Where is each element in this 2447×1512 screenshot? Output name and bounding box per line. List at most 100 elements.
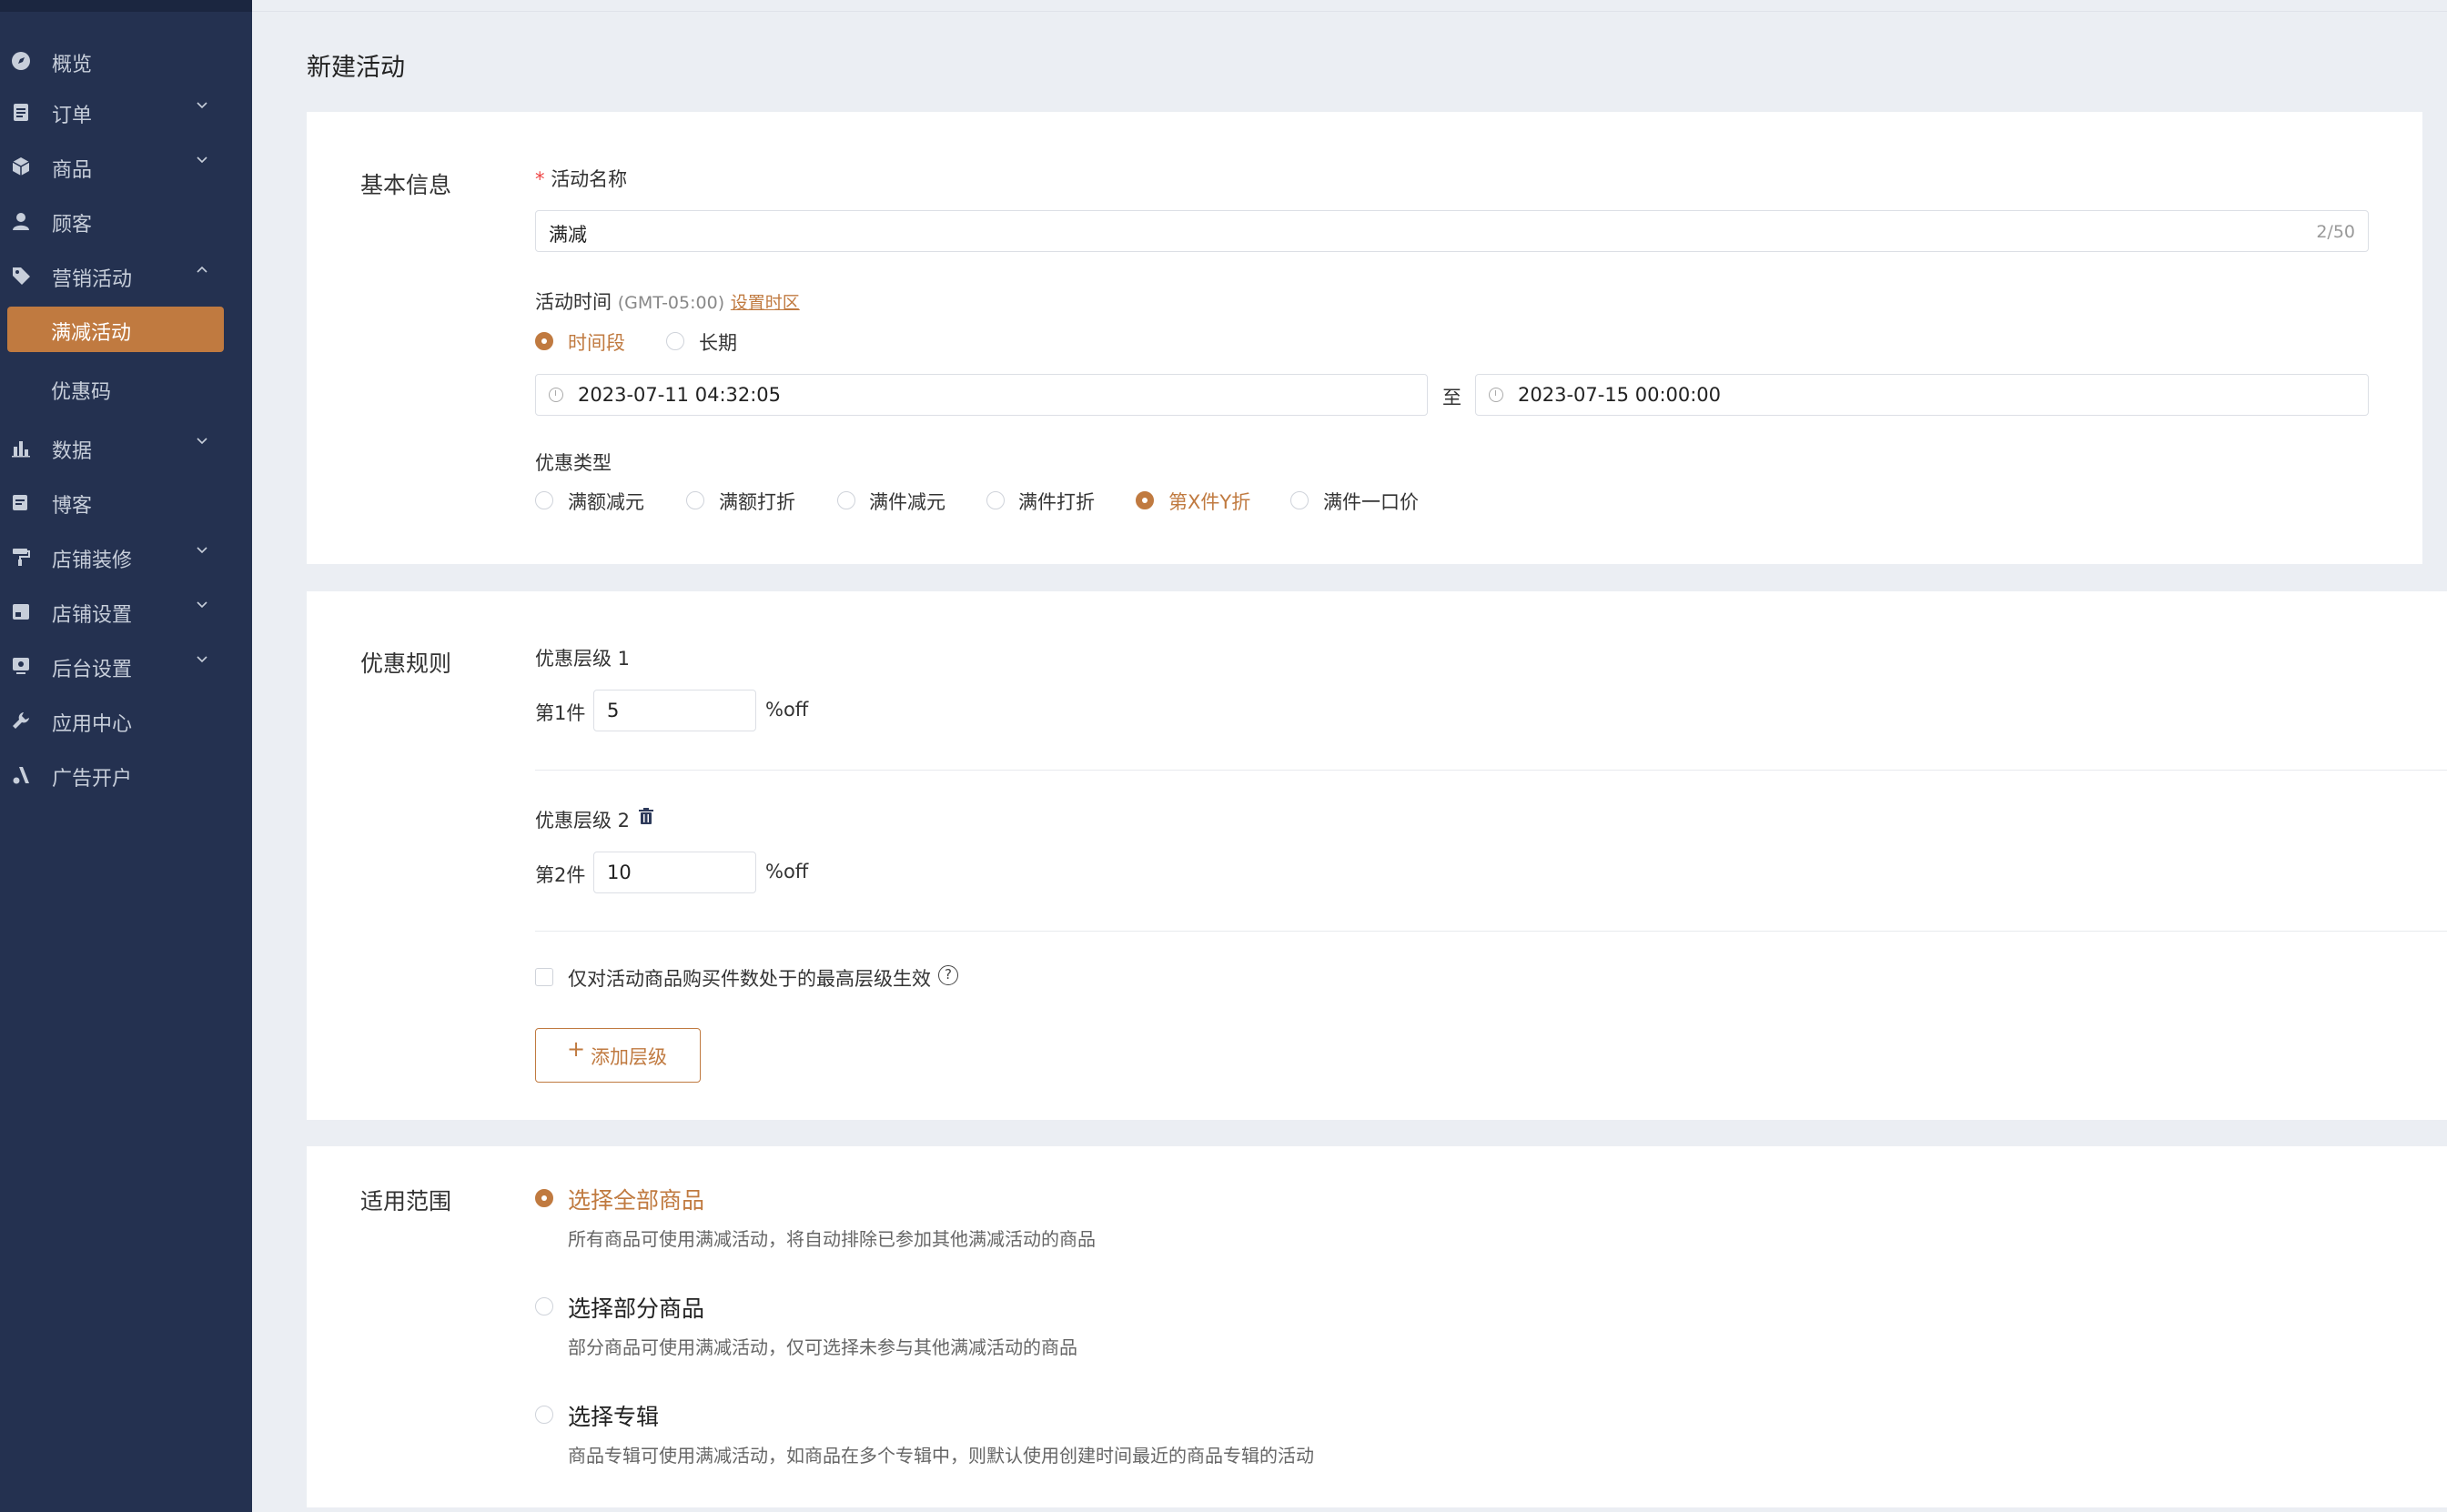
- sidebar-item-overview[interactable]: 概览: [0, 37, 252, 85]
- sidebar-item-marketing[interactable]: 营销活动: [0, 252, 252, 299]
- tier-2-value: 10: [607, 862, 632, 883]
- sidebar-subitem-full-reduction[interactable]: 满减活动: [7, 307, 224, 352]
- help-icon[interactable]: ?: [938, 965, 958, 985]
- add-tier-button[interactable]: + 添加层级: [535, 1028, 701, 1083]
- section-title-rules: 优惠规则: [360, 650, 452, 677]
- sidebar-item-blog[interactable]: 博客: [0, 479, 252, 526]
- discount-type-radio-amount-off[interactable]: [535, 491, 553, 509]
- time-mode-label-range[interactable]: 时间段: [568, 328, 625, 356]
- discount-type-label-amount-off[interactable]: 满额减元: [568, 488, 644, 515]
- discount-type-label-qty-percent[interactable]: 满件打折: [1018, 488, 1095, 515]
- sidebar-item-admin-settings[interactable]: 后台设置: [0, 642, 252, 690]
- section-title-scope: 适用范围: [360, 1188, 452, 1215]
- activity-time-label-text: 活动时间: [535, 291, 612, 313]
- discount-type-radio-qty-percent[interactable]: [986, 491, 1005, 509]
- tier-2-title: 优惠层级 2: [535, 810, 631, 832]
- scope-radio-collection[interactable]: [535, 1406, 553, 1424]
- highest-tier-only-label[interactable]: 仅对活动商品购买件数处于的最高层级生效: [568, 964, 931, 992]
- chevron-down-icon: [197, 656, 207, 663]
- store-icon: [13, 604, 29, 620]
- scope-radio-all-products[interactable]: [535, 1189, 553, 1207]
- timezone-text: (GMT-05:00): [617, 293, 725, 313]
- end-time-picker[interactable]: 2023-07-15 00:00:00: [1475, 374, 2369, 416]
- tier-1-unit: %off: [765, 699, 809, 721]
- sidebar-item-label: 店铺装修: [52, 549, 133, 572]
- discount-type-label-amount-percent[interactable]: 满额打折: [719, 488, 795, 515]
- start-time-picker[interactable]: 2023-07-11 04:32:05: [535, 374, 1428, 416]
- scope-title-all-products[interactable]: 选择全部商品: [568, 1183, 704, 1215]
- chevron-down-icon: [197, 156, 207, 164]
- sidebar-subitem-coupon[interactable]: 优惠码: [7, 366, 224, 411]
- scope-desc-some-products: 部分商品可使用满减活动，仅可选择未参与其他满减活动的商品: [568, 1336, 1077, 1358]
- edit-icon: [13, 495, 27, 510]
- tier-2-prefix: 第2件: [535, 864, 586, 886]
- sidebar-item-label: 概览: [52, 54, 93, 76]
- chevron-down-icon: [197, 102, 207, 109]
- activity-name-input[interactable]: 满减 2/50: [535, 210, 2369, 252]
- sidebar-item-app-center[interactable]: 应用中心: [0, 697, 252, 744]
- time-mode-label-long-term[interactable]: 长期: [699, 328, 737, 356]
- sidebar-item-orders[interactable]: 订单: [0, 88, 252, 136]
- sidebar-item-label: 后台设置: [52, 659, 133, 681]
- discount-type-radio-amount-percent[interactable]: [686, 491, 704, 509]
- sidebar-item-products[interactable]: 商品: [0, 143, 252, 190]
- bar-chart-icon: [12, 441, 30, 458]
- tier-1-value-input[interactable]: 5: [593, 690, 756, 731]
- discount-type-radio-nth-item[interactable]: [1136, 491, 1154, 509]
- section-title-basic: 基本信息: [360, 172, 452, 198]
- chevron-down-icon: [197, 438, 207, 445]
- basic-info-card: 基本信息 * 活动名称 满减 2/50 活动时间 (GMT-05:00) 设置时…: [307, 112, 2422, 564]
- end-time-value: 2023-07-15 00:00:00: [1518, 384, 1722, 406]
- tier-divider: [535, 770, 2447, 771]
- trash-icon[interactable]: [639, 808, 653, 824]
- scope-title-collection[interactable]: 选择专辑: [568, 1399, 659, 1432]
- box-icon: [12, 157, 30, 176]
- page-title: 新建活动: [307, 54, 405, 82]
- sidebar-item-ad-account[interactable]: 广告开户: [0, 751, 252, 799]
- sidebar-item-label: 广告开户: [52, 768, 133, 791]
- set-timezone-link[interactable]: 设置时区: [731, 293, 800, 313]
- discount-type-label-fixed-price[interactable]: 满件一口价: [1323, 488, 1419, 515]
- required-mark: *: [535, 168, 545, 190]
- sidebar-item-data[interactable]: 数据: [0, 424, 252, 471]
- activity-name-label-text: 活动名称: [551, 168, 628, 190]
- add-tier-label: 添加层级: [591, 1046, 667, 1068]
- applicable-scope-card: 适用范围 选择全部商品 所有商品可使用满减活动，将自动排除已参加其他满减活动的商…: [307, 1146, 2447, 1507]
- sidebar-item-label: 顾客: [52, 214, 93, 237]
- chevron-down-icon: [197, 601, 207, 609]
- sidebar: 概览 订单 商品 顾客 营销活动 满减活动 优惠码 数据 博客 店铺装修 店铺设…: [0, 0, 252, 1512]
- tier-1-value: 5: [607, 700, 620, 721]
- scope-desc-all-products: 所有商品可使用满减活动，将自动排除已参加其他满减活动的商品: [568, 1228, 1096, 1250]
- ad-icon: [13, 767, 29, 784]
- sidebar-item-customers[interactable]: 顾客: [0, 197, 252, 245]
- chevron-up-icon: [197, 266, 207, 273]
- scope-radio-some-products[interactable]: [535, 1297, 553, 1315]
- start-time-value: 2023-07-11 04:32:05: [578, 384, 782, 406]
- scope-title-some-products[interactable]: 选择部分商品: [568, 1291, 704, 1324]
- wrench-icon: [13, 712, 29, 729]
- activity-time-label: 活动时间 (GMT-05:00) 设置时区: [535, 287, 800, 315]
- discount-type-radio-fixed-price[interactable]: [1290, 491, 1309, 509]
- discount-type-label-qty-off[interactable]: 满件减元: [869, 488, 945, 515]
- sidebar-item-label: 商品: [52, 159, 93, 182]
- time-mode-radio-range[interactable]: [535, 332, 553, 350]
- time-mode-radio-long-term[interactable]: [666, 332, 684, 350]
- discount-type-label-nth-item[interactable]: 第X件Y折: [1168, 488, 1250, 515]
- sidebar-item-label: 数据: [52, 440, 93, 463]
- compass-icon: [12, 52, 30, 70]
- sidebar-item-store-settings[interactable]: 店铺设置: [0, 588, 252, 635]
- sidebar-item-label: 订单: [52, 105, 93, 127]
- sidebar-item-label: 博客: [52, 495, 93, 518]
- sidebar-item-store-decoration[interactable]: 店铺装修: [0, 533, 252, 580]
- paint-roller-icon: [13, 549, 30, 566]
- tier-2-value-input[interactable]: 10: [593, 852, 756, 893]
- clock-icon: [1489, 388, 1503, 402]
- highest-tier-only-checkbox[interactable]: [535, 968, 553, 986]
- discount-type-label: 优惠类型: [535, 452, 612, 474]
- time-range-separator: 至: [1442, 387, 1461, 408]
- discount-type-radio-qty-off[interactable]: [837, 491, 855, 509]
- discount-rules-card: 优惠规则 优惠层级 1 第1件 5 %off 优惠层级 2 第2件 10 %of…: [307, 591, 2447, 1120]
- sidebar-top-bar: [0, 0, 252, 12]
- sidebar-subitem-label: 满减活动: [51, 322, 132, 345]
- header-divider: [252, 11, 2447, 12]
